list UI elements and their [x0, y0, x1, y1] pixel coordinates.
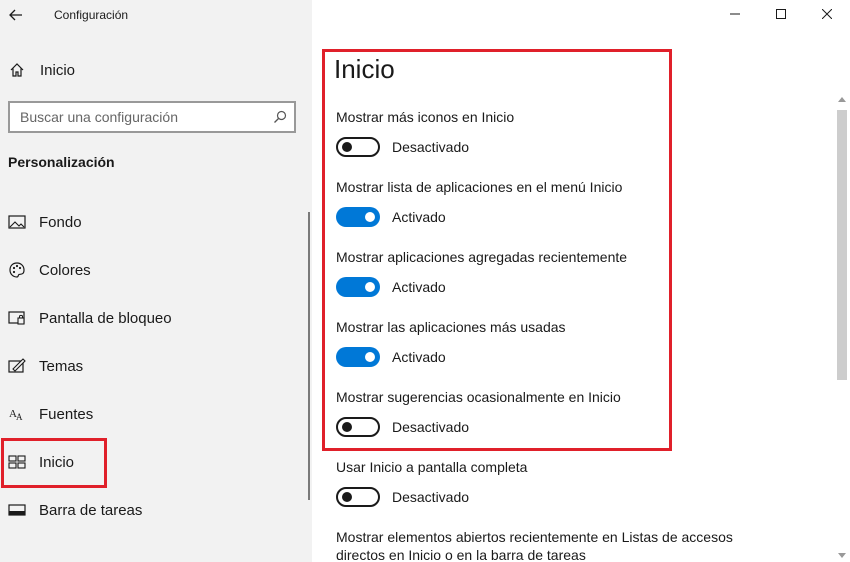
- taskbar-icon: [8, 501, 26, 519]
- scroll-down-icon[interactable]: [835, 548, 849, 562]
- sidebar-item-home[interactable]: Inicio: [0, 54, 312, 86]
- minimize-icon: [730, 13, 740, 15]
- sidebar-item-fuentes[interactable]: AA Fuentes: [0, 390, 312, 438]
- sidebar-item-colores[interactable]: Colores: [0, 246, 312, 294]
- sidebar-item-fondo[interactable]: Fondo: [0, 198, 312, 246]
- minimize-button[interactable]: [712, 0, 758, 28]
- sidebar-item-temas[interactable]: Temas: [0, 342, 312, 390]
- setting-recent-items: Mostrar elementos abiertos recientemente…: [336, 528, 776, 562]
- section-title: Personalización: [8, 154, 115, 170]
- back-button[interactable]: [0, 0, 32, 30]
- sidebar-item-barra-tareas[interactable]: Barra de tareas: [0, 486, 312, 534]
- home-icon: [9, 62, 25, 78]
- toggle-switch[interactable]: [336, 487, 380, 507]
- search-icon[interactable]: [266, 103, 294, 131]
- back-arrow-icon: [9, 9, 22, 21]
- svg-text:A: A: [16, 412, 23, 422]
- fonts-icon: AA: [8, 405, 26, 423]
- sidebar-item-label: Pantalla de bloqueo: [39, 309, 172, 327]
- sidebar-scrollbar[interactable]: [308, 212, 310, 500]
- highlight-box-nav: [1, 438, 107, 488]
- toggle-knob: [342, 492, 352, 502]
- lock-screen-icon: [8, 309, 26, 327]
- setting-label: Mostrar elementos abiertos recientemente…: [336, 529, 733, 562]
- sidebar-item-label: Temas: [39, 357, 84, 375]
- titlebar: Configuración: [0, 0, 312, 30]
- close-button[interactable]: [804, 0, 850, 28]
- setting-label: Usar Inicio a pantalla completa: [336, 459, 528, 475]
- sidebar-item-label: Fondo: [39, 213, 82, 231]
- main-scrollbar[interactable]: [835, 92, 849, 562]
- maximize-button[interactable]: [758, 0, 804, 28]
- home-label: Inicio: [40, 61, 76, 79]
- image-icon: [8, 213, 26, 231]
- scroll-thumb[interactable]: [837, 110, 847, 380]
- toggle-state: Desactivado: [392, 489, 470, 505]
- sidebar-item-label: Fuentes: [39, 405, 94, 423]
- close-icon: [822, 9, 832, 19]
- themes-icon: [8, 357, 26, 375]
- sidebar: Configuración Inicio Personalización Fon…: [0, 0, 312, 562]
- maximize-icon: [776, 9, 786, 19]
- highlight-box-settings: [322, 49, 672, 451]
- sidebar-item-pantalla-bloqueo[interactable]: Pantalla de bloqueo: [0, 294, 312, 342]
- palette-icon: [8, 261, 26, 279]
- setting-full-screen: Usar Inicio a pantalla completa Desactiv…: [336, 458, 816, 507]
- window-controls: [712, 0, 850, 30]
- sidebar-item-label: Barra de tareas: [39, 501, 143, 519]
- search-box[interactable]: [8, 101, 296, 133]
- sidebar-item-label: Colores: [39, 261, 91, 279]
- app-title: Configuración: [54, 8, 129, 22]
- scroll-up-icon[interactable]: [835, 92, 849, 106]
- main-panel: Inicio Mostrar más iconos en Inicio Desa…: [312, 0, 850, 562]
- search-input[interactable]: [10, 103, 266, 131]
